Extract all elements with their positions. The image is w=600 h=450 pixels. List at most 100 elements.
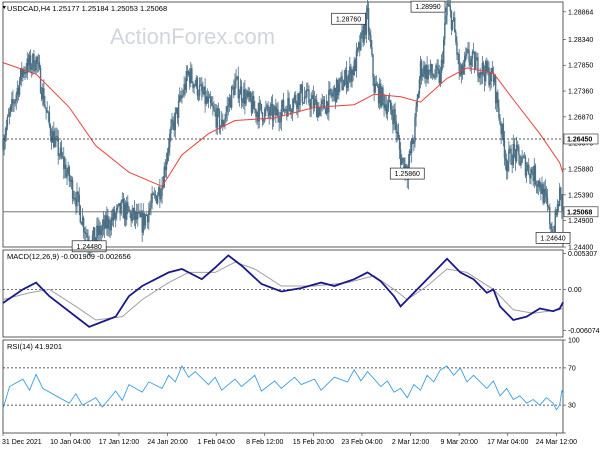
candle-body: [434, 76, 436, 78]
annotation-label: 1.28760: [336, 16, 361, 23]
candle-body: [448, 4, 450, 7]
candle-body: [544, 188, 547, 193]
candle-body: [560, 187, 562, 195]
rsi-title: RSI(14) 41.9201: [7, 342, 62, 351]
candle-body: [49, 125, 52, 136]
candle-body: [18, 81, 21, 96]
candle-body: [375, 83, 378, 86]
rsi-tick-label: 30: [568, 403, 576, 410]
candle-body: [387, 102, 390, 109]
candle-body: [498, 107, 500, 119]
candle-body: [291, 108, 294, 113]
candle-body: [240, 86, 243, 101]
candle-body: [343, 79, 346, 87]
candle-body: [437, 68, 439, 70]
candle-body: [534, 165, 537, 185]
candle-body: [292, 99, 295, 109]
candle-body: [391, 109, 393, 116]
candle-body: [84, 231, 86, 234]
price-level-label: 1.25068: [567, 209, 592, 216]
candle-body: [394, 109, 396, 122]
candle-body: [467, 48, 469, 51]
candle-body: [431, 73, 434, 76]
macd-title: MACD(12,26,9) -0.001909 -0.002656: [7, 252, 131, 261]
candle-body: [272, 110, 275, 121]
candle-body: [68, 166, 70, 181]
watermark: ActionForex.com: [110, 24, 275, 49]
macd-tick-label: 0.00: [568, 287, 582, 294]
candle-body: [14, 100, 16, 104]
rsi-tick-label: 70: [568, 365, 576, 372]
candle-body: [535, 184, 538, 186]
candle-body: [310, 98, 312, 109]
candle-body: [427, 69, 429, 80]
candle-body: [225, 111, 227, 119]
candle-body: [166, 152, 169, 162]
candle-body: [3, 141, 5, 151]
candle-body: [539, 180, 541, 189]
candle-body: [306, 89, 308, 98]
candle-body: [497, 92, 499, 108]
candle-body: [149, 207, 151, 211]
x-tick-label: 1 Feb 04:00: [197, 439, 234, 446]
candle-body: [154, 194, 157, 196]
candle-body: [201, 84, 203, 92]
candle-body: [475, 60, 477, 70]
candle-body: [170, 126, 172, 134]
candle-body: [338, 83, 340, 96]
candle-body: [45, 107, 47, 111]
candle-body: [444, 22, 446, 40]
candle-body: [172, 119, 174, 122]
background: [0, 0, 600, 450]
candle-body: [395, 121, 397, 134]
candle-body: [339, 78, 341, 84]
candle-body: [128, 206, 130, 212]
candle-body: [100, 230, 103, 235]
candle-body: [39, 67, 42, 94]
price-tick-label: 1.27360: [568, 89, 593, 96]
candle-body: [520, 162, 522, 166]
candle-body: [127, 202, 129, 207]
x-tick-label: 8 Feb 12:00: [246, 439, 283, 446]
candle-body: [198, 85, 201, 96]
candle-body: [303, 96, 306, 103]
candle-body: [430, 64, 433, 74]
candle-body: [371, 47, 373, 55]
candle-body: [507, 162, 509, 172]
candle-body: [207, 97, 210, 103]
x-tick-label: 17 Jan 12:00: [99, 439, 140, 446]
candle-body: [117, 205, 119, 208]
candle-body: [328, 89, 330, 113]
candle-body: [235, 77, 237, 81]
candle-body: [249, 91, 252, 101]
candle-body: [259, 102, 262, 104]
rsi-tick-label: 100: [568, 338, 580, 345]
candle-body: [416, 98, 418, 107]
candle-body: [360, 32, 362, 50]
candle-body: [230, 86, 233, 108]
candle-body: [209, 96, 212, 104]
candle-body: [212, 105, 214, 108]
candle-body: [489, 81, 491, 86]
x-tick-label: 17 Mar 04:00: [487, 439, 528, 446]
candle-body: [137, 212, 139, 220]
candle-body: [446, 3, 448, 16]
forex-chart: ActionForex.com 1.28864 1.28340 1.27850 1.2…: [0, 0, 600, 450]
candle-body: [471, 51, 474, 59]
candle-body: [43, 88, 45, 105]
candle-body: [321, 100, 323, 105]
candle-body: [443, 39, 445, 64]
candle-body: [265, 108, 267, 110]
annotation-label: 1.25860: [395, 171, 420, 178]
price-tick-label: 1.28864: [568, 9, 593, 16]
candle-body: [546, 197, 549, 207]
macd-tick-label: -0.006074: [568, 328, 600, 335]
candle-body: [439, 73, 442, 84]
candle-body: [515, 144, 518, 162]
candle-body: [463, 55, 466, 68]
candle-body: [525, 168, 528, 176]
candle-body: [116, 207, 118, 214]
candle-body: [372, 54, 374, 78]
candle-body: [531, 168, 533, 174]
candle-body: [182, 94, 184, 96]
